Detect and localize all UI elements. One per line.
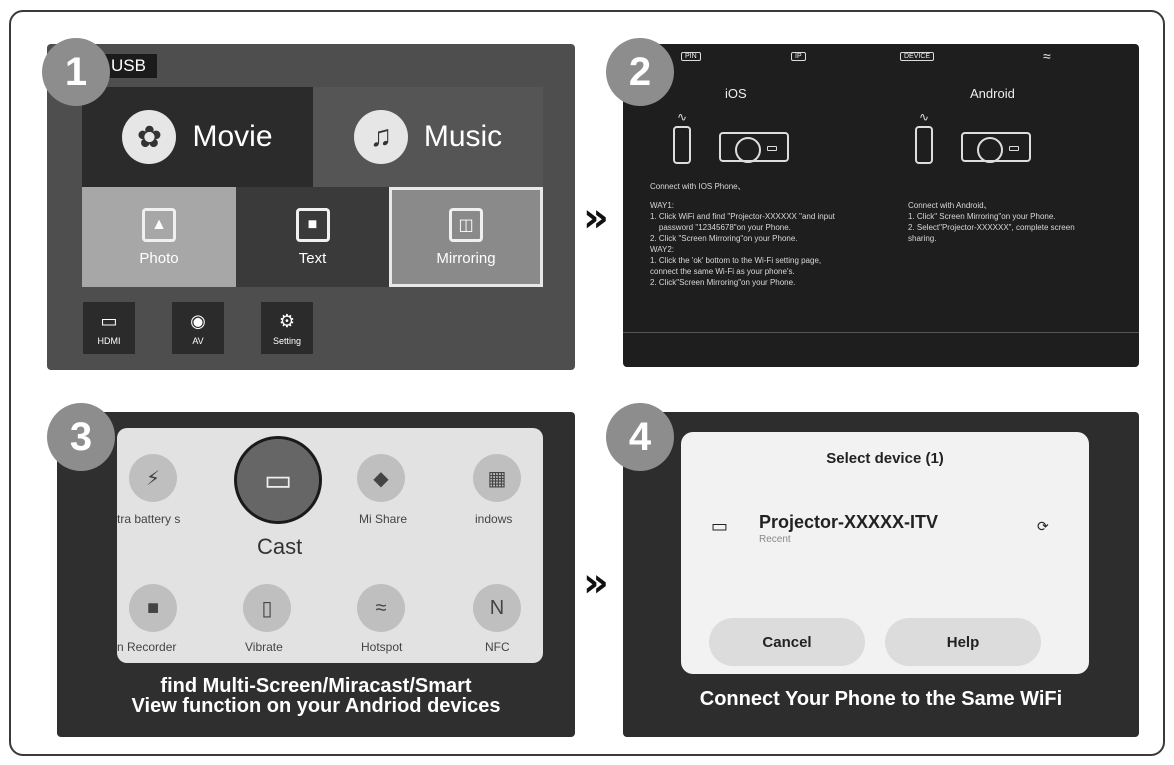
step-number-4: 4	[606, 403, 674, 471]
device-name[interactable]: Projector-XXXXX-ITV	[759, 512, 938, 533]
android-title: Android	[970, 86, 1015, 101]
photo-tile[interactable]: ▲ Photo	[82, 187, 236, 287]
image-icon: ▲	[142, 207, 176, 242]
android-heading: Connect with Android、	[908, 201, 992, 210]
dialog-title: Select device (1)	[826, 450, 944, 467]
film-reel-icon: ✿	[122, 110, 177, 164]
setting-button[interactable]: ⚙ Setting	[261, 302, 313, 354]
mirroring-label: Mirroring	[436, 249, 496, 267]
hdmi-label: HDMI	[97, 335, 121, 346]
folder-icon: ■	[295, 207, 330, 242]
step-number-1: 1	[42, 38, 110, 106]
gear-icon: ⚙	[278, 310, 296, 331]
pin-badge: PIN	[681, 52, 701, 61]
cast-label: Cast	[257, 534, 303, 559]
mi-share-label: Mi Share	[359, 512, 408, 526]
vibrate-icon[interactable]: ▯	[243, 584, 291, 632]
ios-phone-icon	[673, 126, 691, 164]
panel-android-quick-settings: ⚡ tra battery s ▭ Cast ◆ Mi Share ▦ indo…	[57, 412, 575, 737]
hotspot-label: Hotspot	[361, 640, 403, 654]
windows-icon[interactable]: ▦	[473, 454, 521, 502]
mirroring-tile[interactable]: ◫ Mirroring	[389, 187, 543, 287]
panel-select-device: Select device (1) ▭ Projector-XXXXX-ITV …	[623, 412, 1139, 737]
tv-icon: ▭	[711, 516, 729, 536]
battery-saver-icon[interactable]: ⚡	[129, 454, 177, 502]
step3-caption-text: find Multi-Screen/Miracast/Smart View fu…	[131, 675, 501, 717]
vibrate-label: Vibrate	[245, 640, 283, 654]
status-bar: PIN IP DEVICE ≈	[623, 44, 1139, 70]
wifi-signal-icon: ∿	[677, 110, 688, 124]
hotspot-icon[interactable]: ≈	[357, 584, 405, 632]
divider	[623, 332, 1139, 333]
step3-caption: find Multi-Screen/Miracast/Smart View fu…	[57, 676, 575, 716]
loading-spinner-icon: ⟳	[1037, 518, 1049, 534]
step-number-3: 3	[47, 403, 115, 471]
next-step-arrow-icon: »	[583, 195, 609, 241]
photo-label: Photo	[139, 249, 179, 267]
mi-share-icon[interactable]: ◆	[357, 454, 405, 502]
next-step-arrow-icon: »	[583, 560, 609, 606]
ios-instructions: WAY1: 1. Click WiFi and find "Projector-…	[650, 201, 835, 287]
mirroring-icon: ◫	[449, 207, 483, 242]
av-label: AV	[192, 335, 204, 346]
cast-button[interactable]: ▭	[234, 436, 322, 524]
screen-recorder-icon[interactable]: ■	[129, 584, 177, 632]
hdmi-input-button[interactable]: ▭ HDMI	[83, 302, 135, 354]
android-projector-icon	[961, 132, 1031, 163]
device-status: Recent	[759, 534, 791, 545]
wifi-signal-icon: ∿	[919, 110, 930, 124]
hdmi-port-icon: ▭	[100, 310, 118, 331]
help-button[interactable]: Help	[885, 618, 1041, 666]
ios-heading: Connect with IOS Phone、	[650, 182, 746, 191]
recorder-label: n Recorder	[117, 640, 177, 654]
movie-label: Movie	[192, 120, 273, 153]
monitor-icon: ▭	[263, 463, 293, 497]
cancel-button[interactable]: Cancel	[709, 618, 865, 666]
battery-label: tra battery s	[117, 512, 181, 526]
panel-mirroring-instructions: PIN IP DEVICE ≈ iOS Android ∿ ∿ Connect …	[623, 44, 1139, 367]
ios-projector-icon	[719, 132, 789, 163]
step-number-2: 2	[606, 38, 674, 106]
text-tile[interactable]: ■ Text	[236, 187, 389, 287]
android-instructions: 1. Click" Screen Mirroring"on your Phone…	[908, 212, 1075, 243]
av-port-icon: ◉	[190, 310, 206, 331]
nfc-icon[interactable]: N	[473, 584, 521, 632]
step4-caption: Connect Your Phone to the Same WiFi	[699, 688, 1063, 710]
music-note-icon: ♫	[353, 110, 408, 164]
ip-badge: IP	[791, 52, 806, 61]
av-input-button[interactable]: ◉ AV	[172, 302, 224, 354]
panel-home-screen: USB ✿ Movie ♫ Music ▲ Photo ■ Text ◫ Mir…	[47, 44, 575, 370]
android-phone-icon	[915, 126, 933, 164]
setting-label: Setting	[272, 335, 302, 346]
phone-quick-settings: ⚡ tra battery s ▭ Cast ◆ Mi Share ▦ indo…	[117, 428, 543, 663]
select-device-dialog: Select device (1) ▭ Projector-XXXXX-ITV …	[681, 432, 1089, 674]
text-label: Text	[298, 249, 327, 267]
wifi-icon: ≈	[1043, 48, 1051, 64]
ios-title: iOS	[725, 86, 747, 101]
music-tile[interactable]: ♫ Music	[313, 87, 543, 187]
device-badge: DEVICE	[900, 52, 935, 61]
nfc-label: NFC	[485, 640, 510, 654]
movie-tile[interactable]: ✿ Movie	[82, 87, 313, 187]
music-label: Music	[423, 120, 503, 153]
windows-label: indows	[475, 512, 513, 526]
